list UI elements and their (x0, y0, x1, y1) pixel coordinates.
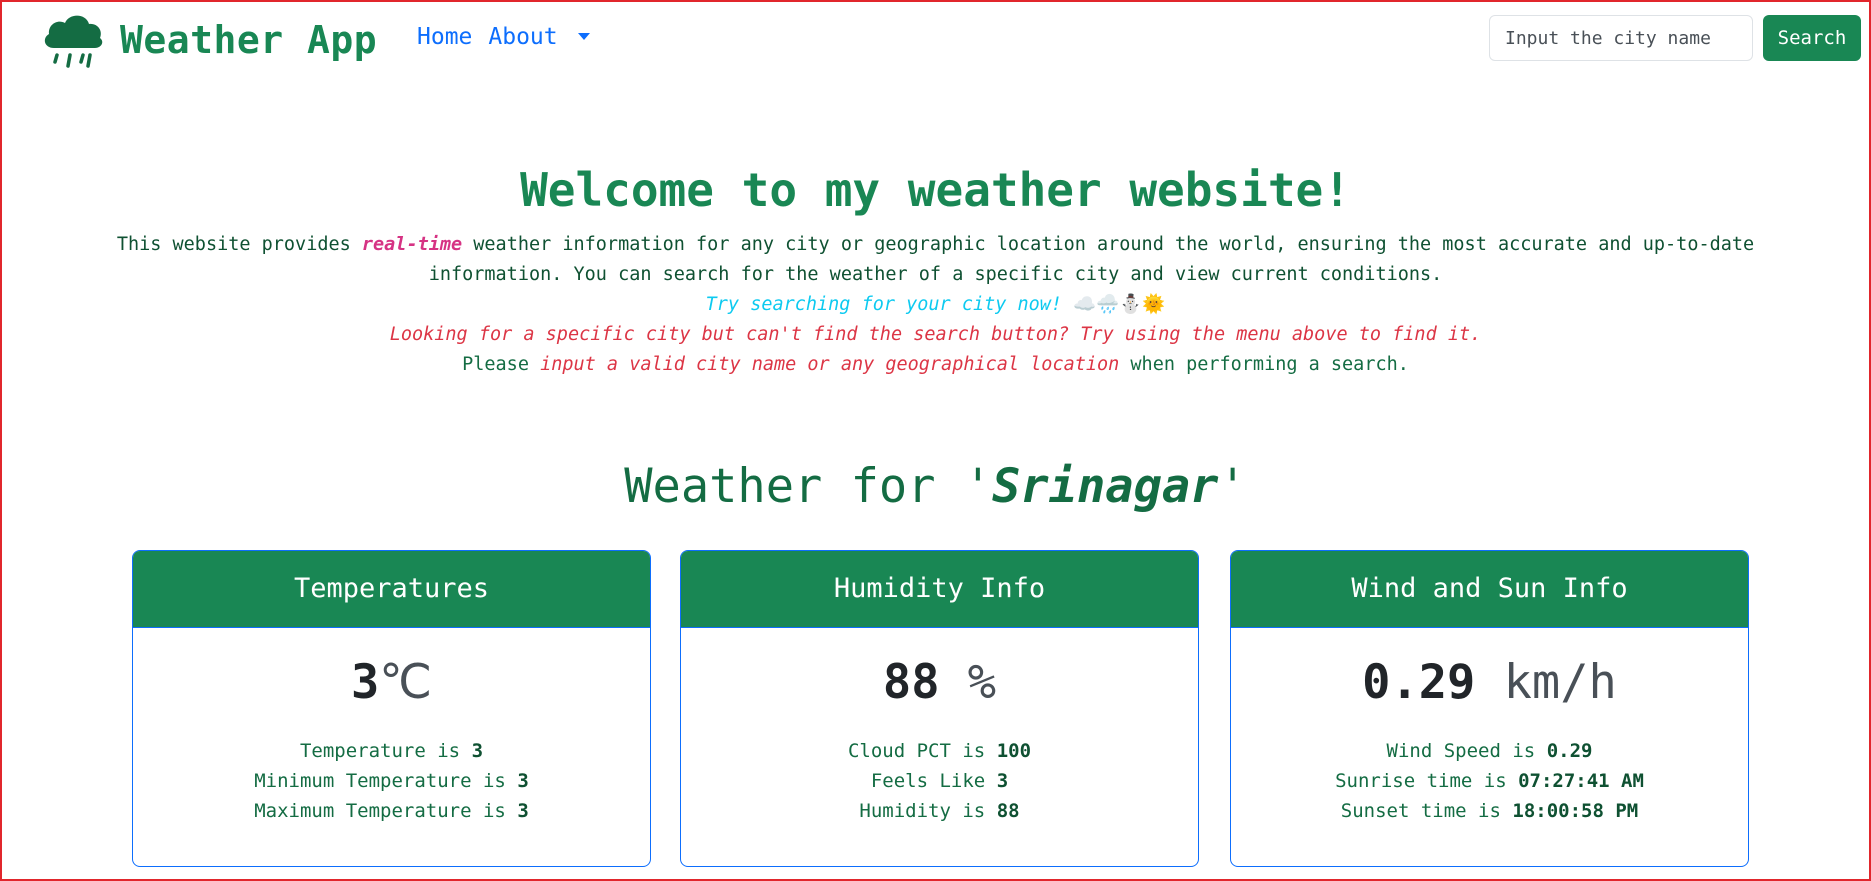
please-post: when performing a search. (1119, 354, 1409, 375)
try-searching-line: Try searching for your city now! ☁️🌧️⛄🌞 (2, 290, 1869, 320)
please-line: Please input a valid city name or any ge… (2, 350, 1869, 380)
please-emphasis: input a valid city name or any geographi… (540, 354, 1120, 375)
hero-section: Welcome to my weather website! This webs… (2, 160, 1869, 380)
try-text: Try searching for your city now! (705, 294, 1063, 315)
humidity-big-value: 88 % (681, 652, 1198, 714)
detail-label: Sunset time is (1340, 800, 1513, 822)
city-name: Srinagar (992, 459, 1219, 514)
detail-line: Humidity is 88 (681, 796, 1198, 826)
hero-description: This website provides real-time weather … (116, 230, 1756, 290)
wind-unit: km/h (1475, 655, 1617, 710)
detail-label: Maximum Temperature is (254, 800, 518, 822)
menu-hint-line: Looking for a specific city but can't fi… (389, 324, 1482, 345)
detail-label: Humidity is (859, 800, 997, 822)
desc-text-post: weather information for any city or geog… (428, 234, 1755, 285)
nav-links: Home About (417, 20, 592, 54)
temp-value: 3 (350, 655, 380, 710)
wind-sun-card: Wind and Sun Info 0.29 km/h Wind Speed i… (1230, 550, 1749, 867)
detail-value: 100 (996, 740, 1032, 762)
detail-value: 07:27:41 AM (1518, 770, 1644, 792)
detail-label: Feels Like (870, 770, 997, 792)
temp-unit: ℃ (379, 655, 433, 710)
detail-line: Feels Like 3 (681, 766, 1198, 796)
detail-label: Temperature is (299, 740, 472, 762)
wind-sun-details: Wind Speed is 0.29 Sunrise time is 07:27… (1231, 736, 1748, 826)
detail-line: Temperature is 3 (133, 736, 650, 766)
card-header-wind-sun: Wind and Sun Info (1231, 551, 1748, 628)
humidity-unit: % (939, 655, 997, 710)
detail-value: 18:00:58 PM (1512, 800, 1639, 822)
nav-link-about[interactable]: About (488, 20, 557, 54)
weather-heading: Weather for 'Srinagar' (2, 457, 1869, 517)
card-header-humidity: Humidity Info (681, 551, 1198, 628)
temperature-big-value: 3℃ (133, 652, 650, 714)
detail-label: Cloud PCT is (847, 740, 997, 762)
cloud-rain-icon (40, 10, 106, 70)
detail-value: 0.29 (1546, 740, 1593, 762)
please-pre: Please (462, 354, 541, 375)
humidity-card: Humidity Info 88 % Cloud PCT is 100 Feel… (680, 550, 1199, 867)
heading-post: ' (1218, 459, 1247, 514)
detail-line: Sunset time is 18:00:58 PM (1231, 796, 1748, 826)
search-button[interactable]: Search (1763, 15, 1861, 61)
brand[interactable]: Weather App (40, 10, 377, 70)
detail-line: Maximum Temperature is 3 (133, 796, 650, 826)
nav-link-home[interactable]: Home (417, 20, 472, 54)
detail-line: Wind Speed is 0.29 (1231, 736, 1748, 766)
brand-title: Weather App (120, 18, 378, 62)
weather-emoji-icons: ☁️🌧️⛄🌞 (1073, 294, 1166, 315)
detail-value: 3 (471, 740, 484, 762)
temperatures-card: Temperatures 3℃ Temperature is 3 Minimum… (132, 550, 651, 867)
dropdown-caret-icon[interactable] (577, 27, 592, 47)
humidity-details: Cloud PCT is 100 Feels Like 3 Humidity i… (681, 736, 1198, 826)
navbar: Weather App Home About Search (2, 2, 1869, 74)
detail-value: 88 (996, 800, 1020, 822)
wind-big-value: 0.29 km/h (1231, 652, 1748, 714)
detail-label: Wind Speed is (1386, 740, 1547, 762)
desc-text-pre: This website provides (116, 234, 362, 255)
search-input[interactable] (1489, 15, 1753, 61)
heading-pre: Weather for ' (624, 459, 993, 514)
detail-line: Cloud PCT is 100 (681, 736, 1198, 766)
detail-label: Sunrise time is (1335, 770, 1519, 792)
hero-title: Welcome to my weather website! (520, 163, 1351, 217)
temperature-details: Temperature is 3 Minimum Temperature is … (133, 736, 650, 826)
detail-value: 3 (517, 800, 529, 822)
detail-label: Minimum Temperature is (254, 770, 518, 792)
detail-line: Sunrise time is 07:27:41 AM (1231, 766, 1748, 796)
humidity-value: 88 (882, 655, 940, 710)
wind-value: 0.29 (1362, 655, 1476, 710)
detail-value: 3 (996, 770, 1009, 792)
card-header-temperatures: Temperatures (133, 551, 650, 628)
detail-line: Minimum Temperature is 3 (133, 766, 650, 796)
desc-emphasis: real-time (361, 234, 463, 255)
detail-value: 3 (517, 770, 529, 792)
